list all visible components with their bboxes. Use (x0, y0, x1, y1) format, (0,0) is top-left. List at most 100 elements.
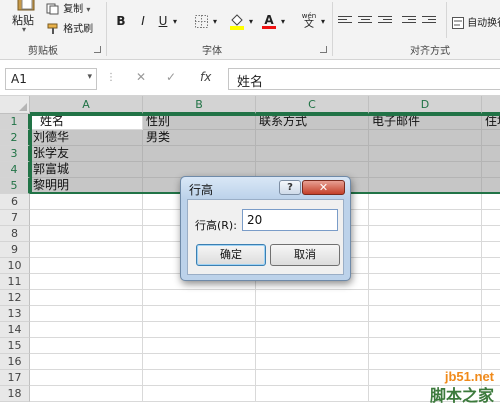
italic-button[interactable]: I (134, 12, 152, 30)
cell-d7[interactable] (369, 210, 482, 226)
cell-a17[interactable] (30, 370, 143, 386)
cell-c1[interactable]: 联系方式 (256, 114, 369, 130)
border-dropdown-icon[interactable]: ▾ (210, 12, 220, 30)
cell-c13[interactable] (256, 306, 369, 322)
cell-c2[interactable] (256, 130, 369, 146)
cell-e7[interactable] (482, 210, 500, 226)
cell-e8[interactable] (482, 226, 500, 242)
cancel-entry-icon[interactable]: ✕ (136, 70, 146, 84)
font-color-dropdown-icon[interactable]: ▾ (278, 12, 288, 30)
cell-d5[interactable] (369, 178, 482, 194)
cell-e16[interactable] (482, 354, 500, 370)
cell-a4[interactable]: 郭富城 (30, 162, 143, 178)
row-header[interactable]: 17 (0, 370, 30, 386)
cell-a3[interactable]: 张学友 (30, 146, 143, 162)
cell-b18[interactable] (143, 386, 256, 402)
select-all-button[interactable] (0, 96, 30, 114)
cell-e5[interactable] (482, 178, 500, 194)
paste-button[interactable]: 粘贴 ▾ (12, 0, 40, 38)
cell-d14[interactable] (369, 322, 482, 338)
row-header[interactable]: 10 (0, 258, 30, 274)
cancel-button[interactable]: 取消 (270, 244, 340, 266)
wrap-text-button[interactable]: 自动换行 (452, 14, 500, 29)
cell-e10[interactable] (482, 258, 500, 274)
cell-a15[interactable] (30, 338, 143, 354)
dialog-titlebar[interactable]: 行高 ? ✕ (181, 177, 350, 199)
cell-e15[interactable] (482, 338, 500, 354)
phonetic-dropdown-icon[interactable]: ▾ (318, 12, 328, 30)
copy-arrow-icon[interactable]: ▾ (86, 5, 90, 14)
row-header[interactable]: 18 (0, 386, 30, 402)
row-header[interactable]: 13 (0, 306, 30, 322)
cell-a12[interactable] (30, 290, 143, 306)
row-header[interactable]: 4 (0, 162, 30, 178)
copy-button[interactable]: 复制 ▾ (46, 0, 90, 15)
formula-bar-grip-icon[interactable]: ⋮ (106, 72, 116, 83)
close-button[interactable]: ✕ (302, 180, 345, 195)
align-left-icon[interactable] (338, 14, 354, 27)
fill-color-button[interactable] (228, 12, 246, 30)
cell-b14[interactable] (143, 322, 256, 338)
cell-a14[interactable] (30, 322, 143, 338)
cell-e13[interactable] (482, 306, 500, 322)
cell-e1[interactable]: 住址 (482, 114, 500, 130)
cell-c14[interactable] (256, 322, 369, 338)
cell-d11[interactable] (369, 274, 482, 290)
row-header[interactable]: 9 (0, 242, 30, 258)
column-header[interactable]: C (256, 96, 369, 114)
format-painter-button[interactable]: 格式刷 (46, 20, 93, 35)
cell-e3[interactable] (482, 146, 500, 162)
cell-b16[interactable] (143, 354, 256, 370)
cell-a13[interactable] (30, 306, 143, 322)
cell-d4[interactable] (369, 162, 482, 178)
cell-a10[interactable] (30, 258, 143, 274)
cell-b2[interactable]: 男类 (143, 130, 256, 146)
row-header[interactable]: 12 (0, 290, 30, 306)
decrease-indent-icon[interactable] (402, 14, 418, 27)
name-box-dropdown-icon[interactable]: ▾ (87, 72, 92, 82)
cell-e6[interactable] (482, 194, 500, 210)
name-box[interactable]: A1 ▾ (5, 68, 97, 90)
cell-a2[interactable]: 刘德华 (30, 130, 143, 146)
cell-d6[interactable] (369, 194, 482, 210)
cell-d1[interactable]: 电子邮件 (369, 114, 482, 130)
column-header[interactable]: A (30, 96, 143, 114)
cell-e12[interactable] (482, 290, 500, 306)
cell-d12[interactable] (369, 290, 482, 306)
paste-arrow-icon[interactable]: ▾ (22, 25, 26, 34)
row-header[interactable]: 8 (0, 226, 30, 242)
cell-a5[interactable]: 黎明明 (30, 178, 143, 194)
ok-button[interactable]: 确定 (196, 244, 266, 266)
font-launcher-icon[interactable] (320, 46, 327, 53)
cell-d9[interactable] (369, 242, 482, 258)
row-height-input[interactable]: 20 (242, 209, 338, 231)
cell-c17[interactable] (256, 370, 369, 386)
cell-a7[interactable] (30, 210, 143, 226)
cell-d2[interactable] (369, 130, 482, 146)
column-header[interactable]: E (482, 96, 500, 114)
cell-a6[interactable] (30, 194, 143, 210)
row-header[interactable]: 3 (0, 146, 30, 162)
cell-a8[interactable] (30, 226, 143, 242)
row-header[interactable]: 2 (0, 130, 30, 146)
cell-e2[interactable] (482, 130, 500, 146)
clipboard-launcher-icon[interactable] (94, 46, 101, 53)
column-header[interactable]: D (369, 96, 482, 114)
cell-a18[interactable] (30, 386, 143, 402)
cell-a11[interactable] (30, 274, 143, 290)
cell-b13[interactable] (143, 306, 256, 322)
cell-e4[interactable] (482, 162, 500, 178)
cell-d16[interactable] (369, 354, 482, 370)
insert-function-button[interactable]: fx (200, 70, 211, 84)
row-header[interactable]: 11 (0, 274, 30, 290)
font-color-button[interactable]: A (260, 12, 278, 30)
cell-e9[interactable] (482, 242, 500, 258)
fill-color-dropdown-icon[interactable]: ▾ (246, 12, 256, 30)
cell-e14[interactable] (482, 322, 500, 338)
cell-c18[interactable] (256, 386, 369, 402)
cell-b12[interactable] (143, 290, 256, 306)
cell-c3[interactable] (256, 146, 369, 162)
cell-e11[interactable] (482, 274, 500, 290)
align-right-icon[interactable] (378, 14, 394, 27)
cell-a9[interactable] (30, 242, 143, 258)
